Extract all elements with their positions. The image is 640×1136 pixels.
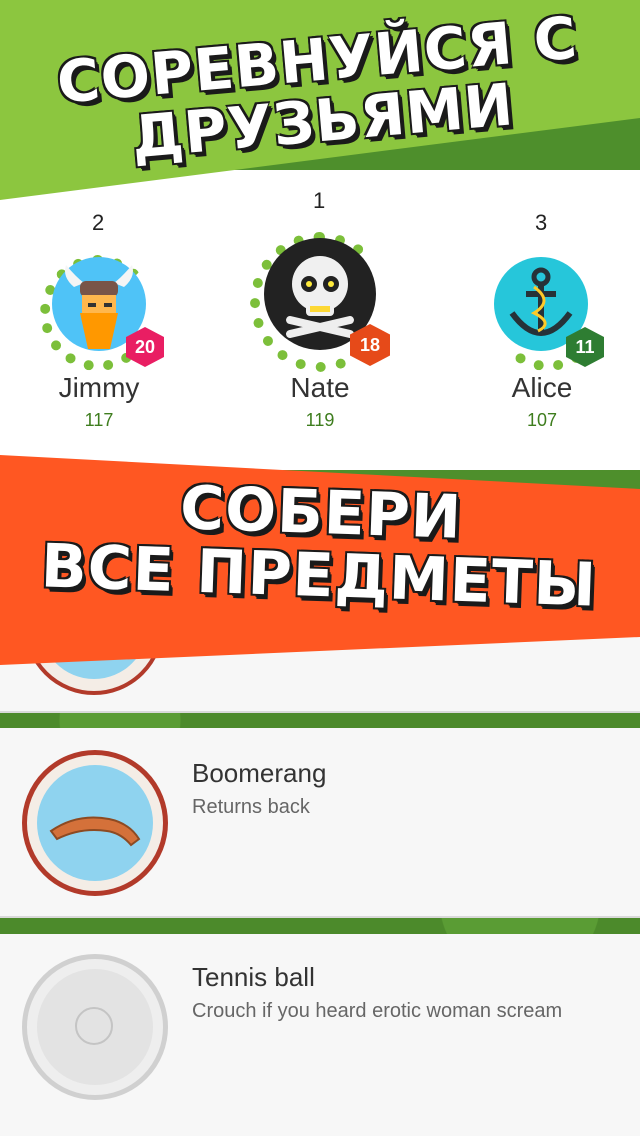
player-score: 117 [84, 410, 114, 430]
list-item[interactable]: Boomerang Returns back [0, 728, 640, 918]
player-score: 107 [526, 410, 558, 430]
player-name: Nate [290, 372, 350, 403]
tennis-ball-icon [37, 969, 153, 1085]
list-item[interactable]: Tennis ball Crouch if you heard erotic w… [0, 934, 640, 1136]
player-alice: Alice 107 [452, 372, 632, 431]
item-icon-frame [22, 750, 168, 896]
player-avatar-nate[interactable]: 18 [250, 232, 400, 372]
rank-3: 3 [535, 210, 548, 235]
item-icon-frame [22, 954, 168, 1100]
item-description: Returns back [192, 796, 310, 818]
player-jimmy: Jimmy 117 [9, 372, 189, 431]
item-title: Boomerang [192, 758, 327, 788]
boomerang-icon [37, 765, 153, 881]
player-nate: Nate 119 [230, 372, 410, 431]
item-title: Tennis ball [192, 962, 315, 992]
rank-1: 1 [313, 188, 326, 213]
player-name: Alice [511, 372, 573, 403]
player-avatar-jimmy[interactable]: 20 [40, 255, 164, 371]
player-avatar-alice[interactable]: 11 [490, 255, 610, 371]
item-description: Crouch if you heard erotic woman scream [192, 1000, 563, 1022]
player-score: 119 [305, 410, 335, 430]
rank-2: 2 [92, 210, 105, 235]
middle-banner-text: Собери все предметы [39, 473, 598, 621]
player-name: Jimmy [58, 372, 140, 403]
